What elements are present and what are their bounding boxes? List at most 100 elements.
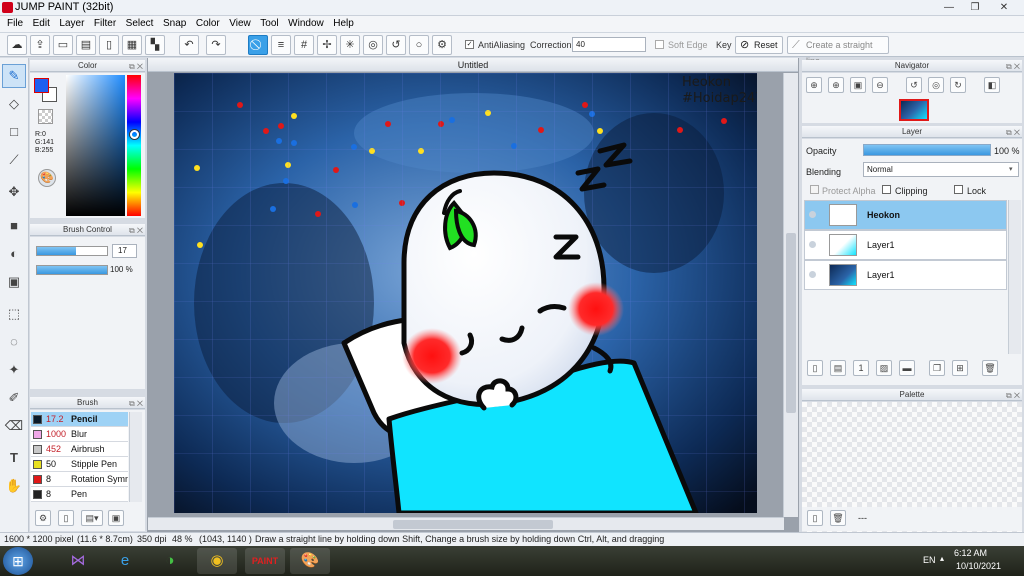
menu-filter[interactable]: Filter (94, 16, 116, 32)
rectangle-select-icon[interactable]: □ (2, 120, 26, 144)
layer-row-heokon[interactable]: Heokon (804, 200, 1007, 230)
tray-chevron-icon[interactable]: ▴ (940, 554, 944, 563)
zoom-in-icon[interactable]: ⊕ (806, 77, 822, 93)
circle-snap-icon[interactable]: ○ (409, 35, 429, 55)
flip-icon[interactable]: ◧ (984, 77, 1000, 93)
layer-row-layer1[interactable]: Layer1 (804, 230, 1007, 260)
menu-select[interactable]: Select (126, 16, 154, 32)
menu-layer[interactable]: Layer (59, 16, 84, 32)
brush-size-input[interactable]: 17 (112, 244, 137, 258)
grid-layout-icon[interactable]: ▚ (145, 35, 165, 55)
language-indicator[interactable]: EN (923, 555, 936, 565)
panel-controls-icon[interactable]: ⧉ ✕ (1006, 390, 1020, 402)
brush-menu-icon[interactable]: ▤▾ (81, 510, 103, 526)
panel-controls-icon[interactable]: ⧉ ✕ (1006, 127, 1020, 139)
folder-icon[interactable]: ▬ (899, 360, 915, 376)
layer-opacity-slider[interactable] (863, 144, 991, 156)
menu-edit[interactable]: Edit (33, 16, 50, 32)
soft-edge-checkbox[interactable] (655, 40, 664, 49)
menu-help[interactable]: Help (333, 16, 354, 32)
brush-size-slider[interactable] (36, 246, 108, 256)
duplicate-layer-icon[interactable]: ❐ (929, 360, 945, 376)
new-layer-icon[interactable]: ▯ (807, 360, 823, 376)
clock-time[interactable]: 6:12 AM (954, 548, 987, 558)
select-rect-icon[interactable]: ⬚ (2, 302, 26, 326)
brush-item-pencil[interactable]: 17.2 Pencil (31, 412, 128, 427)
brush-item-blur[interactable]: 1000 Blur (31, 427, 128, 442)
minimize-button[interactable]: — (937, 0, 961, 15)
radial-snap-icon[interactable]: ✳ (340, 35, 360, 55)
menu-snap[interactable]: Snap (163, 16, 186, 32)
document-icon[interactable]: ▯ (99, 35, 119, 55)
paint-palette-icon[interactable]: 🎨 (290, 548, 330, 574)
grid-snap-icon[interactable]: # (294, 35, 314, 55)
hue-slider-handle[interactable] (130, 130, 139, 139)
layer-one-icon[interactable]: 1 (853, 360, 869, 376)
select-eraser-icon[interactable]: ⌫ (2, 414, 26, 438)
curve-snap-icon[interactable]: ↺ (386, 35, 406, 55)
new-palette-icon[interactable]: ▯ (807, 510, 823, 526)
fit-screen-icon[interactable]: ▣ (850, 77, 866, 93)
panel-controls-icon[interactable]: ⧉ ✕ (129, 398, 143, 410)
start-button[interactable]: ⊞ (3, 547, 33, 575)
hue-slider[interactable] (127, 75, 141, 216)
redo-icon[interactable]: ↷ (206, 35, 226, 55)
menu-color[interactable]: Color (196, 16, 220, 32)
bucket-fill-icon[interactable]: ◐ (2, 242, 26, 266)
fill-rectangle-icon[interactable]: ■ (2, 214, 26, 238)
internet-explorer-icon[interactable]: e (105, 548, 145, 574)
cloud-icon[interactable]: ☁ (7, 35, 27, 55)
menu-file[interactable]: File (7, 16, 23, 32)
magic-wand-icon[interactable]: ✦ (2, 358, 26, 382)
text-tool-icon[interactable]: T (2, 446, 26, 470)
clock-date[interactable]: 10/10/2021 (956, 561, 1001, 571)
layer-row-layer1-background[interactable]: Layer1 (804, 260, 1007, 290)
eraser-tool-icon[interactable]: ◇ (2, 92, 26, 116)
brush-settings-icon[interactable]: ⚙ (35, 510, 51, 526)
cross-snap-icon[interactable]: ✢ (317, 35, 337, 55)
brush-list-scrollbar[interactable] (129, 412, 142, 502)
line-tool-icon[interactable]: ⟋ (2, 148, 26, 172)
message-icon[interactable]: ▤ (76, 35, 96, 55)
close-button[interactable]: ✕ (992, 0, 1016, 15)
panel-controls-icon[interactable]: ⧉ ✕ (1006, 61, 1020, 73)
menu-tool[interactable]: Tool (260, 16, 278, 32)
rotate-reset-icon[interactable]: ◎ (928, 77, 944, 93)
jump-paint-icon[interactable]: PAINT (245, 548, 285, 574)
move-tool-icon[interactable]: ✥ (2, 180, 26, 204)
lasso-tool-icon[interactable]: ◌ (2, 330, 26, 354)
vertical-scroll-thumb[interactable] (786, 233, 796, 413)
zoom-in-alt-icon[interactable]: ⊕ (828, 77, 844, 93)
rotate-left-icon[interactable]: ↺ (906, 77, 922, 93)
document-tab[interactable]: Untitled (148, 58, 798, 72)
trash-icon[interactable]: 🗑 (830, 510, 846, 526)
undo-icon[interactable]: ↶ (179, 35, 199, 55)
palette-icon[interactable]: 🎨 (38, 169, 56, 187)
halftone-layer-icon[interactable]: ▨ (876, 360, 892, 376)
correction-select[interactable]: 40 (572, 37, 646, 52)
canvas-horizontal-scrollbar[interactable] (148, 517, 784, 530)
protect-alpha-checkbox[interactable] (810, 185, 819, 194)
rotate-right-icon[interactable]: ↻ (950, 77, 966, 93)
canvas-vertical-scrollbar[interactable] (783, 73, 798, 517)
layer-list-scrollbar[interactable] (1008, 200, 1021, 354)
share-icon[interactable]: ⇪ (30, 35, 50, 55)
saturation-value-picker[interactable] (66, 75, 125, 216)
panel-controls-icon[interactable]: ⧉ ✕ (129, 225, 143, 237)
brush-opacity-slider[interactable] (36, 265, 108, 275)
concentric-snap-icon[interactable]: ◎ (363, 35, 383, 55)
merge-layer-icon[interactable]: ⊞ (952, 360, 968, 376)
primary-color-swatch[interactable] (34, 78, 49, 93)
brush-item-stipple-pen[interactable]: 50 Stipple Pen (31, 457, 128, 472)
horizontal-scroll-thumb[interactable] (393, 520, 553, 529)
blending-select[interactable]: Normal (863, 162, 1019, 177)
lock-checkbox[interactable] (954, 185, 963, 194)
snap-off-icon[interactable]: ⃠ (248, 35, 268, 55)
navigator-thumbnail[interactable] (899, 99, 929, 121)
select-pen-icon[interactable]: ✐ (2, 386, 26, 410)
visual-studio-icon[interactable]: ⋈ (58, 548, 98, 574)
zoom-out-icon[interactable]: ⊖ (872, 77, 888, 93)
brush-export-icon[interactable]: ▣ (108, 510, 124, 526)
reset-button[interactable]: ⊘ Reset (735, 36, 783, 54)
green-app-icon[interactable]: ◑ (150, 548, 190, 574)
